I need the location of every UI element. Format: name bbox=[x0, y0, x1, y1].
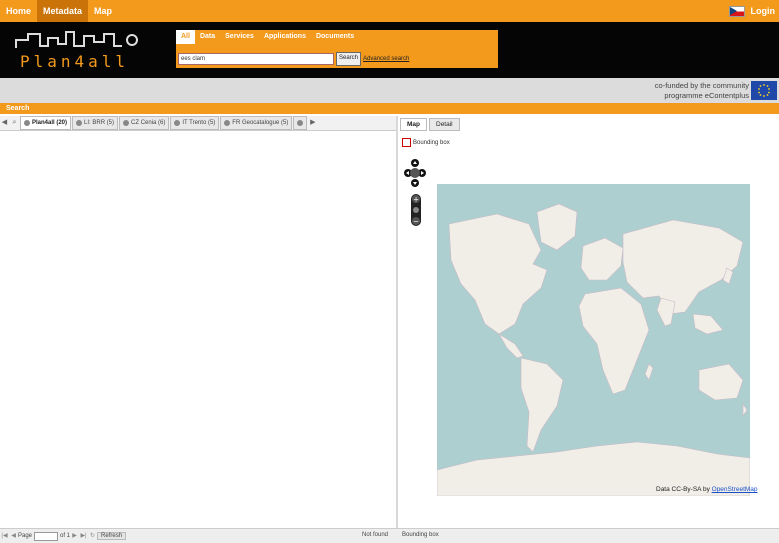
refresh-icon[interactable]: ↻ bbox=[88, 531, 97, 541]
prev-page-button[interactable]: ◀ bbox=[9, 531, 18, 541]
skyline-logo-icon bbox=[14, 30, 154, 50]
result-tab-brr[interactable]: LI: BRR (5) bbox=[72, 116, 118, 130]
page-count-label: of 1 bbox=[60, 533, 70, 539]
catalog-icon bbox=[174, 120, 180, 126]
scroll-left-button[interactable]: ◀ bbox=[0, 117, 9, 129]
bounding-box-checkbox[interactable] bbox=[402, 138, 411, 147]
search-tab-data[interactable]: Data bbox=[195, 30, 220, 44]
search-box: All Data Services Applications Documents… bbox=[176, 30, 498, 68]
page-number-input[interactable] bbox=[34, 532, 58, 541]
catalog-icon bbox=[24, 120, 30, 126]
last-page-button[interactable]: ▶| bbox=[79, 531, 88, 541]
eu-funding-line-1: co-funded by the community bbox=[655, 81, 749, 91]
result-tab-label: FR Geocatalogue (5) bbox=[232, 117, 288, 129]
eu-funding-line-2: programme eContentplus bbox=[655, 91, 749, 101]
right-panel-tabs: Map Detail bbox=[400, 118, 460, 131]
bounding-box-label: Bounding box bbox=[413, 140, 450, 146]
search-button[interactable]: Search bbox=[336, 52, 361, 66]
login-link[interactable]: Login bbox=[751, 6, 776, 16]
search-section-title: Search bbox=[0, 103, 779, 114]
result-tab-label: Plan4all (20) bbox=[32, 117, 67, 129]
zoom-control-icon[interactable]: + − bbox=[410, 194, 422, 226]
eu-flag-icon bbox=[751, 81, 777, 100]
result-tab-label: IT Trento (5) bbox=[182, 117, 215, 129]
result-tab-label: LI: BRR (5) bbox=[84, 117, 114, 129]
search-tab-all[interactable]: All bbox=[176, 30, 195, 44]
search-icon[interactable]: ⌕ bbox=[10, 117, 19, 129]
status-bounding-box: Bounding box bbox=[402, 532, 439, 538]
catalog-icon bbox=[224, 120, 230, 126]
plan4all-logo[interactable]: Plan4all bbox=[14, 30, 154, 72]
results-list[interactable] bbox=[0, 131, 396, 528]
advanced-search-link[interactable]: Advanced search bbox=[363, 56, 409, 62]
svg-text:−: − bbox=[413, 218, 419, 226]
search-input[interactable]: ees clam bbox=[178, 53, 334, 65]
eu-funding-text: co-funded by the community programme eCo… bbox=[655, 81, 749, 101]
result-tab-trento[interactable]: IT Trento (5) bbox=[170, 116, 219, 130]
result-tab-cenia[interactable]: CZ Cenia (6) bbox=[119, 116, 169, 130]
panel-splitter[interactable] bbox=[396, 116, 398, 542]
bounding-box-row: Bounding box bbox=[402, 138, 450, 147]
map-attribution: Data CC-By-SA by OpenStreetMap bbox=[656, 486, 758, 493]
search-row: ees clam Search Advanced search bbox=[178, 52, 409, 66]
nav-item-map[interactable]: Map bbox=[88, 0, 118, 22]
search-tab-services[interactable]: Services bbox=[220, 30, 259, 44]
world-map-svg bbox=[437, 184, 750, 496]
tab-map[interactable]: Map bbox=[400, 118, 427, 131]
result-tab-label: CZ Cenia (6) bbox=[131, 117, 165, 129]
world-map[interactable] bbox=[437, 184, 750, 496]
pagination-bar: |◀ ◀ Page of 1 ▶ ▶| ↻ Refresh Not found … bbox=[0, 528, 779, 543]
eu-funding-band: co-funded by the community programme eCo… bbox=[0, 78, 779, 103]
header: Plan4all All Data Services Applications … bbox=[0, 22, 779, 78]
results-tabs: ◀ ⌕ Plan4all (20) LI: BRR (5) CZ Cenia (… bbox=[0, 116, 396, 131]
search-tab-applications[interactable]: Applications bbox=[259, 30, 311, 44]
catalog-icon bbox=[123, 120, 129, 126]
nav-item-metadata[interactable]: Metadata bbox=[37, 0, 88, 22]
result-tab-more[interactable] bbox=[293, 116, 307, 130]
language-flag-icon[interactable] bbox=[729, 6, 745, 17]
search-tab-documents[interactable]: Documents bbox=[311, 30, 359, 44]
next-page-button[interactable]: ▶ bbox=[70, 531, 79, 541]
result-tab-plan4all[interactable]: Plan4all (20) bbox=[20, 116, 71, 130]
result-tab-geocatalogue[interactable]: FR Geocatalogue (5) bbox=[220, 116, 292, 130]
catalog-icon bbox=[297, 120, 303, 126]
tab-detail[interactable]: Detail bbox=[429, 118, 460, 131]
scroll-right-button[interactable]: ▶ bbox=[308, 117, 317, 129]
topnav-right: Login bbox=[729, 6, 779, 17]
attribution-text: Data CC-By-SA by bbox=[656, 486, 710, 493]
svg-text:+: + bbox=[413, 196, 419, 204]
openstreetmap-link[interactable]: OpenStreetMap bbox=[712, 486, 758, 493]
status-not-found: Not found bbox=[362, 532, 388, 538]
search-type-tabs: All Data Services Applications Documents bbox=[176, 30, 359, 44]
logo-text: Plan4all bbox=[20, 52, 129, 71]
page-label: Page bbox=[18, 533, 32, 539]
pan-control-icon[interactable] bbox=[404, 158, 426, 188]
first-page-button[interactable]: |◀ bbox=[0, 531, 9, 541]
refresh-label[interactable]: Refresh bbox=[97, 532, 126, 540]
nav-item-home[interactable]: Home bbox=[0, 0, 37, 22]
top-navigation: Home Metadata Map Login bbox=[0, 0, 779, 22]
catalog-icon bbox=[76, 120, 82, 126]
